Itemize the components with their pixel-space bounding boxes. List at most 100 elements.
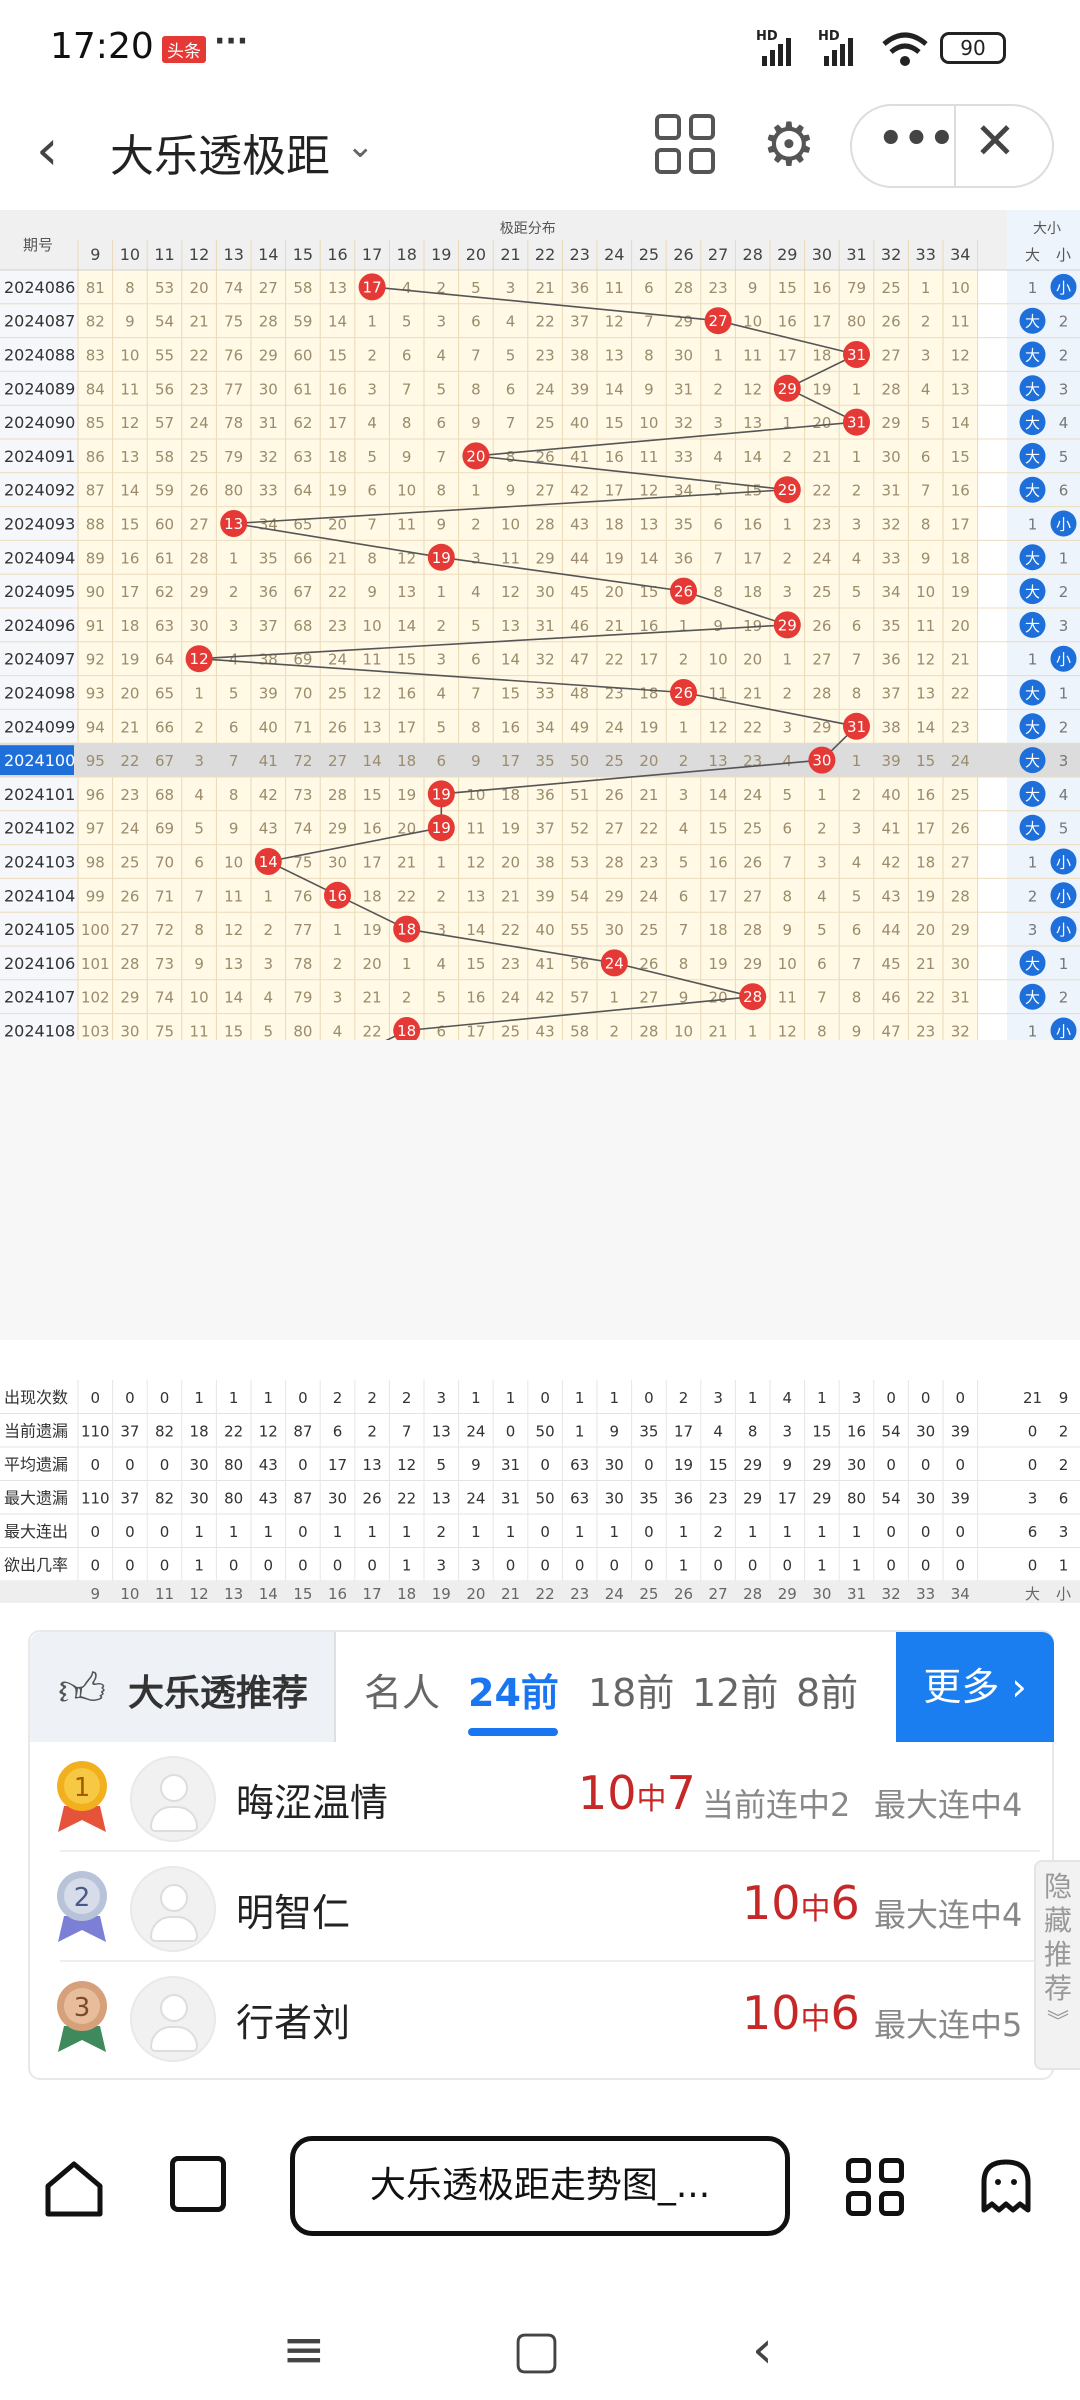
miss-cell: 6 <box>817 955 827 973</box>
stat-cell: 0 <box>540 1456 550 1474</box>
miss-cell: 5 <box>817 921 827 939</box>
miss-cell: 43 <box>570 516 589 534</box>
size-count: 3 <box>1028 921 1038 939</box>
stat-cell: 1 <box>264 1389 274 1407</box>
tab-famous[interactable]: 名人 <box>364 1662 440 1717</box>
miss-cell: 5 <box>437 989 447 1007</box>
recommend-row[interactable]: 1 晦涩温情 10中7 当前连中2 最大连中4 <box>30 1742 1056 1852</box>
size-count: 3 <box>1059 380 1069 398</box>
tab-8[interactable]: 8前 <box>796 1662 858 1717</box>
miss-cell: 2 <box>367 347 377 365</box>
period-label: 2024101 <box>4 785 75 804</box>
avatar[interactable] <box>130 1866 216 1952</box>
stat-cell: 0 <box>91 1389 101 1407</box>
miss-cell: 31 <box>951 989 970 1007</box>
miss-cell: 25 <box>190 448 209 466</box>
miss-cell: 1 <box>194 685 204 703</box>
apps-icon[interactable] <box>846 2158 904 2216</box>
recommend-row[interactable]: 2 明智仁 10中6 最大连中4 <box>30 1852 1056 1962</box>
miss-cell: 37 <box>536 820 555 838</box>
miss-cell: 21 <box>916 955 935 973</box>
miss-cell: 81 <box>86 279 105 297</box>
miss-cell: 97 <box>86 820 105 838</box>
miss-cell: 2 <box>679 752 689 770</box>
miss-cell: 45 <box>882 955 901 973</box>
miss-cell: 85 <box>86 414 105 432</box>
miss-cell: 2 <box>229 583 239 601</box>
address-bar[interactable]: 大乐透极距走势图_... <box>290 2136 790 2236</box>
stat-cell: 7 <box>402 1422 412 1440</box>
more-button[interactable]: 更多 › <box>896 1632 1054 1742</box>
footer-column-header: 12 <box>190 1585 209 1603</box>
back-nav-icon[interactable]: ‹ <box>752 2320 773 2380</box>
stat-cell: 9 <box>471 1456 481 1474</box>
miss-cell: 10 <box>639 414 658 432</box>
miss-cell: 26 <box>190 482 209 500</box>
miss-cell: 4 <box>852 854 862 872</box>
expert-name[interactable]: 明智仁 <box>236 1882 350 1937</box>
miss-cell: 2 <box>783 448 793 466</box>
back-icon[interactable]: ‹ <box>36 118 58 183</box>
miss-cell: 43 <box>882 887 901 905</box>
miss-cell: 101 <box>81 955 110 973</box>
miss-cell: 20 <box>190 279 209 297</box>
miss-cell: 10 <box>778 955 797 973</box>
miss-cell: 22 <box>639 820 658 838</box>
miss-cell: 72 <box>293 752 312 770</box>
stat-cell: 0 <box>886 1389 896 1407</box>
home-square-icon[interactable]: ▢ <box>512 2320 561 2380</box>
miss-cell: 17 <box>328 414 347 432</box>
hit-score: 10中7 <box>578 1766 696 1820</box>
miss-cell: 15 <box>328 347 347 365</box>
hit-ball-label: 28 <box>743 988 762 1006</box>
stat-cell: 1 <box>194 1389 204 1407</box>
footer-column-header: 24 <box>605 1585 624 1603</box>
grid-icon[interactable] <box>655 114 715 174</box>
miss-cell: 60 <box>155 516 174 534</box>
miss-cell: 29 <box>605 887 624 905</box>
hide-recommend-tab[interactable]: 隐藏推荐 ︾ <box>1034 1860 1080 2070</box>
miss-cell: 54 <box>570 887 589 905</box>
stat-cell: 1 <box>852 1556 862 1574</box>
miss-cell: 6 <box>437 752 447 770</box>
menu-icon[interactable]: ≡ <box>282 2320 326 2380</box>
miss-cell: 19 <box>639 718 658 736</box>
miss-cell: 6 <box>367 482 377 500</box>
miss-cell: 30 <box>951 955 970 973</box>
miss-cell: 6 <box>402 347 412 365</box>
expert-name[interactable]: 行者刘 <box>236 1992 350 2047</box>
tab-24[interactable]: 24前 <box>468 1662 559 1717</box>
miss-cell: 1 <box>852 752 862 770</box>
ghost-icon[interactable] <box>976 2156 1036 2216</box>
size-count: 2 <box>1059 718 1069 736</box>
miss-cell: 3 <box>229 617 239 635</box>
tab-12[interactable]: 12前 <box>692 1662 778 1717</box>
miss-cell: 23 <box>120 786 139 804</box>
avatar[interactable] <box>130 1756 216 1842</box>
miss-cell: 99 <box>86 887 105 905</box>
stat-cell: 1 <box>194 1556 204 1574</box>
chevron-down-icon[interactable]: ⌄ <box>346 126 375 166</box>
miss-cell: 1 <box>610 989 620 1007</box>
close-icon[interactable]: ✕ <box>974 112 1016 170</box>
avatar[interactable] <box>130 1976 216 2062</box>
miss-cell: 10 <box>501 516 520 534</box>
mini-program-capsule: ••• ✕ <box>850 104 1054 188</box>
miss-cell: 95 <box>86 752 105 770</box>
recommend-row[interactable]: 3 行者刘 10中6 最大连中5 <box>30 1962 1056 2072</box>
gear-icon[interactable]: ⚙ <box>762 110 816 180</box>
tab-18[interactable]: 18前 <box>588 1662 674 1717</box>
hit-ball-label: 27 <box>709 312 728 330</box>
expert-name[interactable]: 晦涩温情 <box>236 1772 388 1827</box>
miss-cell: 17 <box>951 516 970 534</box>
miss-cell: 5 <box>194 820 204 838</box>
stat-cell: 50 <box>536 1422 555 1440</box>
tabs-icon[interactable] <box>170 2156 226 2212</box>
miss-cell: 16 <box>120 549 139 567</box>
stat-big: 6 <box>1028 1523 1038 1541</box>
more-icon[interactable]: ••• <box>878 116 955 162</box>
stat-big: 21 <box>1023 1389 1042 1407</box>
home-icon[interactable] <box>42 2158 106 2218</box>
miss-cell: 69 <box>155 820 174 838</box>
column-header: 19 <box>431 245 451 264</box>
